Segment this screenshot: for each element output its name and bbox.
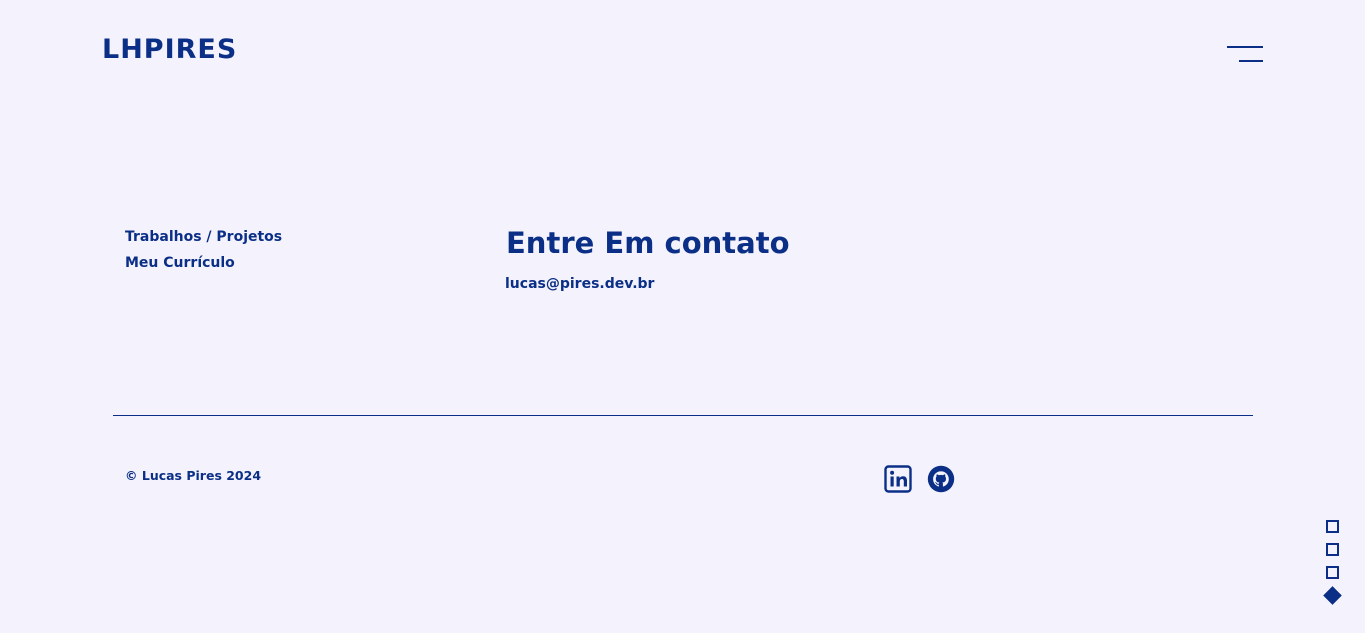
section-nav — [1323, 520, 1342, 610]
github-icon[interactable] — [927, 465, 955, 493]
footer-divider — [113, 415, 1253, 416]
section-nav-dot[interactable] — [1326, 566, 1339, 579]
contact-email-link[interactable]: lucas@pires.dev.br — [505, 274, 654, 294]
contact-title: Entre Em contato — [506, 226, 790, 260]
footer-nav: Trabalhos / Projetos Meu Currículo — [125, 227, 282, 273]
section-nav-dot-active[interactable] — [1323, 586, 1342, 605]
menu-bar-bottom — [1239, 60, 1263, 62]
section-nav-dot[interactable] — [1326, 520, 1339, 533]
site-logo[interactable]: LHPIRES — [102, 34, 237, 66]
nav-link-resume[interactable]: Meu Currículo — [125, 253, 282, 273]
section-nav-dot[interactable] — [1326, 543, 1339, 556]
nav-link-projects[interactable]: Trabalhos / Projetos — [125, 227, 282, 247]
hamburger-menu-icon[interactable] — [1225, 42, 1265, 66]
copyright-text: © Lucas Pires 2024 — [125, 468, 262, 483]
linkedin-icon[interactable] — [884, 465, 912, 493]
menu-bar-top — [1227, 46, 1263, 48]
